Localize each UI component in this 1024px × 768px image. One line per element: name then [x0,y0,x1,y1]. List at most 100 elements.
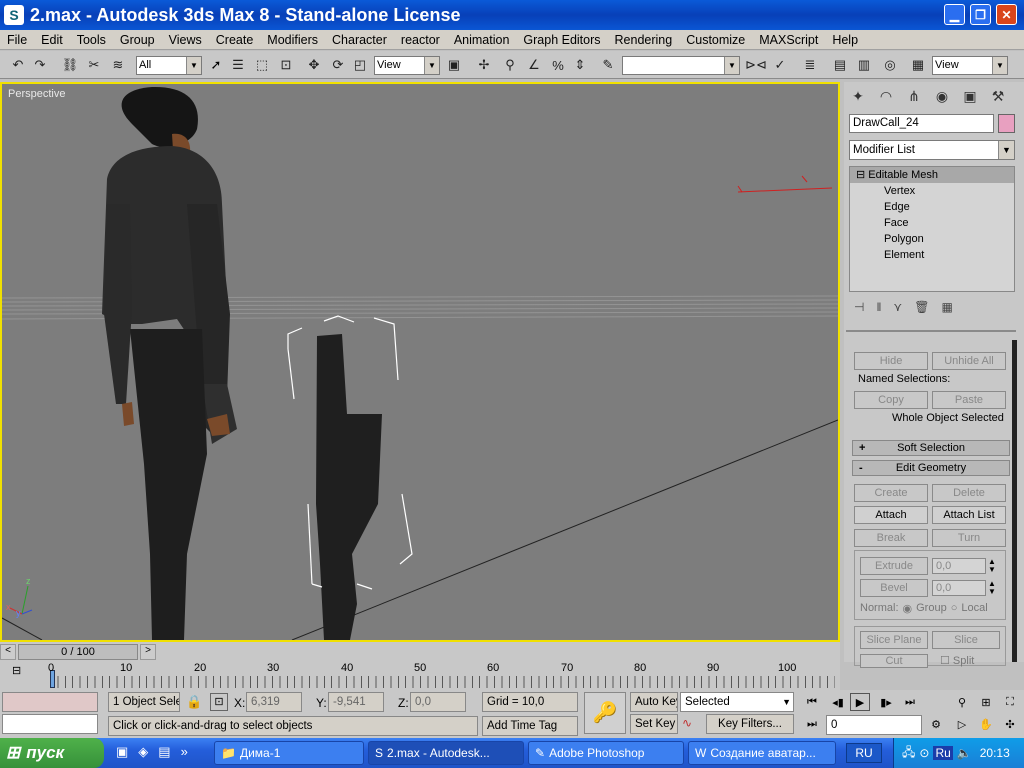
tray-language[interactable]: Ru [933,746,953,760]
snap-toggle-icon[interactable]: ⚲ [500,55,520,75]
task-3dsmax[interactable]: S 2.max - Autodesk... [368,741,524,765]
menu-create[interactable]: Create [209,33,261,47]
y-coord-field[interactable]: -9,541 [328,692,384,712]
move-icon[interactable]: ✥ [304,55,324,75]
time-config-icon[interactable]: ⚙ [926,715,946,733]
extrude-spinner-arrows[interactable]: ▲ ▼ [988,558,996,574]
play-icon[interactable]: ▶ [850,693,870,711]
stack-item-polygon[interactable]: Polygon [850,231,1014,247]
spinner-snap-icon[interactable]: ⇕ [570,55,590,75]
named-selection-dropdown[interactable]: ▼ [622,56,740,75]
next-frame-icon[interactable]: > [140,644,156,660]
go-to-start-icon[interactable]: ⏮ [802,693,822,711]
quick-launch-app2-icon[interactable]: ◈ [138,744,148,760]
display-tab-icon[interactable]: ▣ [958,84,982,108]
quick-launch-app3-icon[interactable]: ▤ [158,744,170,760]
menu-views[interactable]: Views [162,33,209,47]
next-key-icon[interactable]: ▮▸ [876,693,896,711]
zoom-icon[interactable]: ⚲ [952,693,972,711]
language-indicator[interactable]: RU [846,743,882,763]
minimize-button[interactable]: ▁ [944,4,965,25]
ref-coord-dropdown[interactable]: View ▼ [374,56,440,75]
remove-modifier-icon[interactable]: 🗑 [914,300,929,320]
slice-plane-button[interactable]: Slice Plane [860,631,928,649]
bind-space-warp-icon[interactable]: ≋ [108,55,128,75]
edit-geometry-rollout[interactable]: - Edit Geometry [852,460,1010,476]
make-unique-icon[interactable]: ⋎ [893,300,902,320]
menu-reactor[interactable]: reactor [394,33,447,47]
menu-customize[interactable]: Customize [679,33,752,47]
cut-button[interactable]: Cut [860,654,928,668]
select-manipulate-icon[interactable]: ✢ [474,55,494,75]
menu-group[interactable]: Group [113,33,162,47]
field-of-view-icon[interactable]: ▷ [952,715,972,733]
menu-animation[interactable]: Animation [447,33,517,47]
key-mode-toggle-icon[interactable]: ⏭ [802,715,822,733]
arc-rotate-icon[interactable]: ✣ [1000,715,1020,733]
quick-launch-app1-icon[interactable]: ▣ [116,744,128,760]
perspective-viewport[interactable]: Perspective z x y [0,82,840,642]
lock-selection-icon[interactable]: 🔒 [186,694,202,710]
command-panel-scrollbar[interactable] [1012,340,1017,662]
set-key-button[interactable]: Set Key [630,714,678,734]
volume-icon[interactable]: 🔈 [957,746,972,760]
menu-help[interactable]: Help [825,33,865,47]
go-to-end-icon[interactable]: ⏭ [900,693,920,711]
modifier-list-dropdown[interactable]: Modifier List ▼ [849,140,1015,160]
set-key-icon[interactable]: 🔑 [584,692,626,734]
render-scene-icon[interactable]: ▦ [908,55,928,75]
slice-button[interactable]: Slice [932,631,1000,649]
scale-icon[interactable]: ◰ [350,55,370,75]
zoom-all-icon[interactable]: ⊞ [976,693,996,711]
curve-editor-icon[interactable]: ▤ [830,55,850,75]
stack-item-editable-mesh[interactable]: ⊟ Editable Mesh [850,167,1014,183]
percent-snap-icon[interactable]: % [548,55,568,75]
extrude-spinner[interactable]: 0,0 [932,558,986,574]
redo-icon[interactable]: ↷ [30,55,50,75]
menu-rendering[interactable]: Rendering [608,33,680,47]
menu-modifiers[interactable]: Modifiers [260,33,325,47]
network-icon[interactable]: 🖧 [902,743,915,764]
maxscript-listener-white[interactable] [2,714,98,734]
unhide-all-button[interactable]: Unhide All [932,352,1006,370]
track-bar[interactable]: ⊟ 0 10 20 30 40 50 60 70 80 90 100 [0,662,840,690]
select-link-icon[interactable]: ⛓ [60,55,80,75]
current-frame-field[interactable]: 0 [826,715,922,735]
delete-button[interactable]: Delete [932,484,1006,502]
pan-icon[interactable]: ✋ [976,715,996,733]
local-radio[interactable]: ○ [951,602,958,615]
layer-manager-icon[interactable]: ≣ [800,55,820,75]
angle-snap-icon[interactable]: ∠ [524,55,544,75]
modify-tab-icon[interactable]: ◠ [874,84,898,108]
z-coord-field[interactable]: 0,0 [410,692,466,712]
menu-graph-editors[interactable]: Graph Editors [516,33,607,47]
bevel-button[interactable]: Bevel [860,579,928,597]
turn-button[interactable]: Turn [932,529,1006,547]
object-name-field[interactable]: DrawCall_24 [849,114,994,133]
selection-filter-dropdown[interactable]: All ▼ [136,56,202,75]
zoom-extents-icon[interactable]: ⛶ [1000,693,1020,711]
hide-button[interactable]: Hide [854,352,928,370]
open-mini-curve-editor-icon[interactable]: ⊟ [12,664,21,677]
create-button[interactable]: Create [854,484,928,502]
start-button[interactable]: ⊞ пуск [0,738,104,768]
break-button[interactable]: Break [854,529,928,547]
pin-stack-icon[interactable]: ⊣ [854,300,864,320]
align-icon[interactable]: ✓ [770,55,790,75]
stack-item-element[interactable]: Element [850,247,1014,263]
show-end-result-icon[interactable]: ‖ [876,300,881,320]
create-tab-icon[interactable]: ✦ [846,84,870,108]
motion-tab-icon[interactable]: ◉ [930,84,954,108]
task-photoshop[interactable]: ✎ Adobe Photoshop [528,741,684,765]
soft-selection-rollout[interactable]: + Soft Selection [852,440,1010,456]
rotate-icon[interactable]: ⟳ [328,55,348,75]
select-object-icon[interactable]: ➚ [206,55,226,75]
pivot-center-icon[interactable]: ▣ [444,55,464,75]
unlink-icon[interactable]: ✂ [84,55,104,75]
task-dima-folder[interactable]: 📁 Дима-1 [214,741,364,765]
bevel-spinner-arrows[interactable]: ▲ ▼ [988,580,996,596]
group-radio[interactable]: ◉ [903,602,913,615]
absolute-mode-icon[interactable]: ⊡ [210,693,228,711]
paste-button[interactable]: Paste [932,391,1006,409]
tray-app-icon[interactable]: ⊙ [919,746,929,760]
